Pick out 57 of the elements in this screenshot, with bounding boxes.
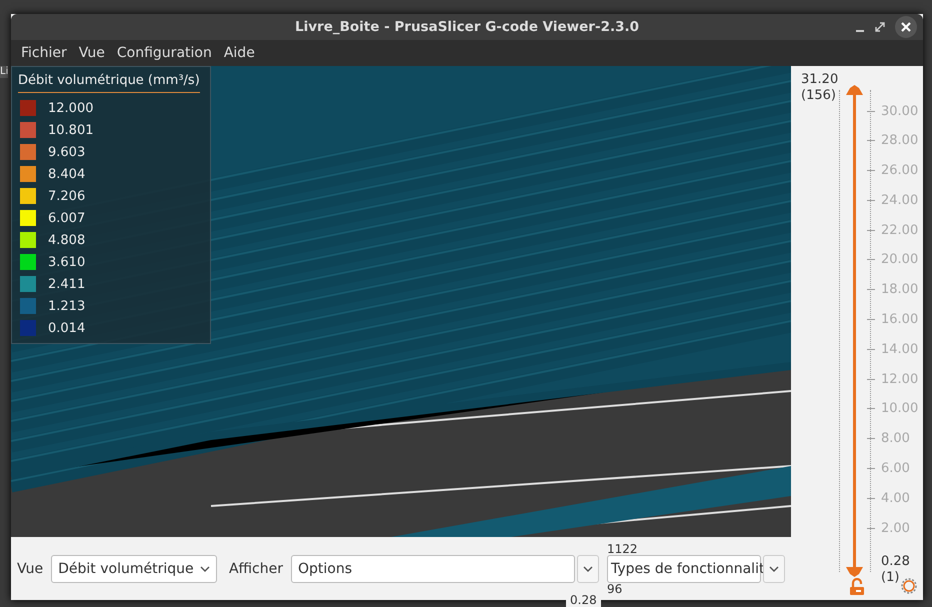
upper-thumb[interactable] <box>846 85 863 95</box>
menu-item[interactable]: Vue <box>72 45 111 61</box>
feature-types-field[interactable]: Types de fonctionnalit <box>607 554 761 582</box>
menu-item[interactable]: Fichier <box>15 45 73 61</box>
close-icon[interactable] <box>895 16 917 38</box>
legend-value: 7.206 <box>48 188 86 204</box>
layer-height-tick: 10.00 <box>881 401 918 416</box>
legend-value: 2.411 <box>48 276 86 292</box>
layer-height-tick: 16.00 <box>881 312 918 328</box>
menu-item[interactable]: Aide <box>218 45 261 61</box>
layer-slider[interactable]: 31.20 (156) 30.00 28.00 26.00 24.00 22.00 20.00 18.00 16.00 14.00 12.00 10.00 8.00 6.00 4.00 2.00 0.28 (1) <box>791 66 923 600</box>
layer-height-tick: 20.00 <box>881 252 918 268</box>
legend-value: 3.610 <box>48 254 86 270</box>
legend-value: 9.603 <box>48 144 86 160</box>
bottom-layer-height: 0.28 <box>881 554 910 570</box>
background-window-text: Li <box>0 66 8 78</box>
legend-value: 1.213 <box>48 298 86 314</box>
layer-height-tick: 18.00 <box>881 282 918 298</box>
view-type-dropdown[interactable]: Débit volumétrique <box>51 554 217 582</box>
maximize-icon[interactable] <box>875 22 885 32</box>
layer-height-tick: 6.00 <box>881 461 910 476</box>
chevron-down-icon <box>583 566 593 572</box>
dropdown-button[interactable] <box>763 554 785 582</box>
legend-title: Débit volumétrique (mm³/s) <box>18 73 200 93</box>
unlocked-padlock-icon[interactable] <box>849 578 865 594</box>
top-layer-height: 31.20 <box>801 72 838 88</box>
lower-thumb[interactable] <box>846 567 863 577</box>
legend-value: 0.014 <box>48 320 86 336</box>
move-count: 1122 <box>607 542 639 554</box>
options-field[interactable]: Options <box>291 554 575 582</box>
layer-height-tick: 12.00 <box>881 372 918 387</box>
layer-height-tick: 26.00 <box>881 163 918 178</box>
layer-height-tick: 24.00 <box>881 192 918 208</box>
show-label: Afficher <box>228 560 283 576</box>
legend-value: 6.007 <box>48 210 86 226</box>
layer-height-tick: 28.00 <box>881 133 918 148</box>
layer-height-tick: 14.00 <box>881 342 918 357</box>
background-window-text: 0.28 <box>566 593 601 607</box>
settings-icon[interactable] <box>901 578 917 594</box>
legend-value: 4.808 <box>48 232 86 248</box>
layer-height-tick: 4.00 <box>881 490 910 506</box>
chevron-down-icon <box>200 566 210 572</box>
top-layer-number: (156) <box>801 88 836 104</box>
legend-value: 10.801 <box>48 122 94 138</box>
chevron-down-icon <box>769 566 779 572</box>
move-count: 96 <box>607 582 624 594</box>
view-label: Vue <box>17 560 44 576</box>
legend-value: 12.000 <box>48 100 94 116</box>
menu-item[interactable]: Configuration <box>110 45 218 61</box>
window-title: Livre_Boite - PrusaSlicer G-code Viewer-2.3.0 <box>295 19 639 35</box>
layer-height-tick: 2.00 <box>881 520 910 536</box>
layer-height-tick: 30.00 <box>881 104 918 118</box>
layer-height-tick: 8.00 <box>881 431 910 446</box>
dropdown-button[interactable] <box>577 554 599 582</box>
layer-height-tick: 22.00 <box>881 222 918 238</box>
legend-value: 8.404 <box>48 166 86 182</box>
bottom-layer-number: (1) <box>881 570 900 586</box>
